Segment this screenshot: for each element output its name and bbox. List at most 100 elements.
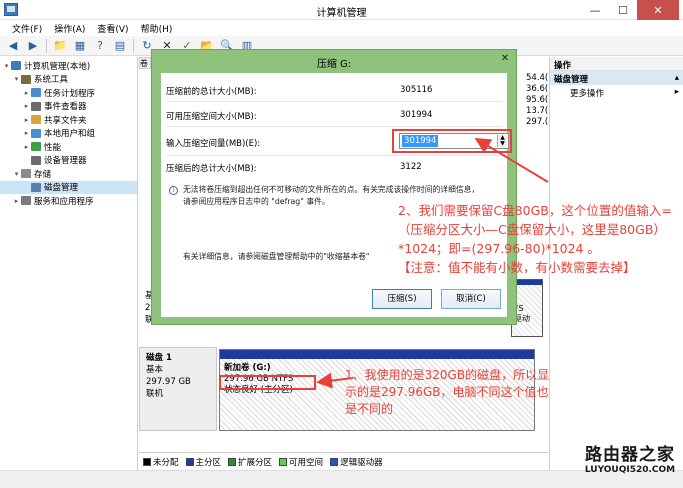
tree-item-label: 磁盘管理 (44, 183, 79, 194)
annotation-note-2-text: 2、我们需要保留C盘80GB，这个位置的值输入=（压缩分区大小—C盘保留大小，这… (398, 203, 672, 256)
tree-item[interactable]: ▾ 存储 (0, 167, 137, 181)
legend-swatch (185, 457, 194, 466)
column-header-volume[interactable]: 卷 (139, 57, 151, 69)
total-after-row: 压缩后的总计大小(MB): 3122 (166, 162, 422, 174)
tree-item[interactable]: 设备管理器 (0, 154, 137, 168)
tree-item-label: 任务计划程序 (44, 88, 96, 99)
menu-file[interactable]: 文件(F) (6, 20, 48, 36)
legend-label: 未分配 (153, 457, 179, 468)
up-folder-icon[interactable]: 📁 (51, 38, 69, 54)
shrink-dialog: 压缩 G: ✕ 压缩前的总计大小(MB): 305116 可用压缩空间大小(MB… (151, 49, 517, 325)
maximize-button[interactable]: ☐ (609, 0, 637, 20)
forward-arrow-icon[interactable]: ▶ (24, 38, 42, 54)
cancel-button[interactable]: 取消(C) (441, 289, 501, 309)
minimize-button[interactable]: — (581, 0, 609, 20)
title-bar: 计算机管理 — ☐ ✕ (0, 0, 683, 20)
legend-swatch (228, 457, 237, 466)
close-button[interactable]: ✕ (637, 0, 679, 20)
available-row: 可用压缩空间大小(MB): 301994 (166, 110, 432, 122)
total-before-row: 压缩前的总计大小(MB): 305116 (166, 85, 432, 97)
back-arrow-icon[interactable]: ◀ (4, 38, 22, 54)
tree-node-icon (31, 142, 41, 152)
menu-help[interactable]: 帮助(H) (135, 20, 179, 36)
tree-item[interactable]: ▸ 共享文件夹 (0, 113, 137, 127)
tree-item-label: 共享文件夹 (44, 115, 87, 126)
actions-section-label: 磁盘管理 (554, 75, 589, 85)
highlight-box-input (392, 129, 512, 153)
annotation-warning: 【注意：值不能有小数，有小数需要去掉】 (398, 260, 636, 275)
disk1-label[interactable]: 磁盘 1 基本 297.97 GB 联机 (139, 347, 217, 431)
capacity-value: 13.7( (526, 106, 549, 116)
tree-item-label: 系统工具 (34, 75, 69, 86)
expand-right-icon[interactable]: ▸ (12, 197, 21, 205)
shrink-button[interactable]: 压缩(S) (372, 289, 432, 309)
menu-action[interactable]: 操作(A) (48, 20, 91, 36)
primary-partition-bar (220, 350, 534, 359)
tree-item-label: 计算机管理(本地) (24, 61, 91, 72)
tree-node-icon (21, 196, 31, 206)
capacity-value: 54.4( (526, 73, 549, 83)
expand-right-icon[interactable]: ▸ (22, 143, 31, 151)
expand-right-icon[interactable]: ▸ (22, 129, 31, 137)
tree-item-label: 事件查看器 (44, 102, 87, 113)
actions-header: 操作 (550, 57, 683, 71)
capacity-value: 297.( (526, 117, 549, 127)
legend-item: 主分区 (185, 456, 221, 468)
dialog-body: 压缩前的总计大小(MB): 305116 可用压缩空间大小(MB): 30199… (161, 73, 512, 317)
tree-item-label: 本地用户和组 (44, 129, 96, 140)
available-value: 301994 (400, 110, 433, 120)
expand-right-icon[interactable]: ▸ (22, 116, 31, 124)
tree-item[interactable]: ▸ 性能 (0, 140, 137, 154)
legend: 未分配 主分区 扩展分区 可用空间 逻辑驱动器 (139, 452, 548, 470)
actions-section-disk-management[interactable]: 磁盘管理 ▴ (550, 71, 683, 85)
tree-item-label: 存储 (34, 169, 52, 180)
tree-node-icon (31, 128, 41, 138)
properties-icon[interactable]: ▤ (111, 38, 129, 54)
expand-down-icon[interactable]: ▾ (12, 75, 21, 83)
dialog-close-icon[interactable]: ✕ (497, 53, 513, 67)
info-icon: i (169, 186, 178, 195)
legend-label: 逻辑驱动器 (340, 457, 383, 468)
tree-item[interactable]: ▸ 服务和应用程序 (0, 194, 137, 208)
more-actions-item[interactable]: 更多操作 ▸ (550, 85, 683, 99)
total-before-value: 305116 (400, 85, 433, 95)
disk0-part-text: FS (514, 304, 524, 313)
capacity-column: 54.4( 36.6( 95.6( 13.7( 297.( (526, 73, 548, 128)
tree-item[interactable]: ▸ 事件查看器 (0, 100, 137, 114)
menu-view[interactable]: 查看(V) (91, 20, 134, 36)
tree-item-label: 服务和应用程序 (34, 196, 94, 207)
disk1-name: 磁盘 1 (146, 353, 172, 363)
tree-node-icon (31, 101, 41, 111)
help-icon[interactable]: ? (91, 38, 109, 54)
more-actions-label: 更多操作 (570, 89, 605, 99)
console-tree-icon[interactable]: ▦ (71, 38, 89, 54)
highlight-box-partition-size (219, 375, 316, 390)
collapse-arrow-icon: ▴ (674, 73, 679, 83)
disk1-type: 基本 (146, 365, 164, 375)
total-after-value: 3122 (400, 162, 422, 172)
available-label: 可用压缩空间大小(MB): (166, 112, 257, 122)
legend-swatch (330, 457, 339, 466)
annotation-note-2: 2、我们需要保留C盘80GB，这个位置的值输入=（压缩分区大小—C盘保留大小，这… (398, 201, 680, 277)
tree-item[interactable]: 磁盘管理 (0, 180, 137, 194)
tree-item[interactable]: ▸ 本地用户和组 (0, 127, 137, 141)
tree-node-icon (21, 169, 31, 179)
tree-node-icon (31, 155, 41, 165)
legend-label: 扩展分区 (238, 457, 273, 468)
legend-item: 未分配 (143, 456, 179, 468)
total-after-label: 压缩后的总计大小(MB): (166, 164, 257, 174)
tree-item[interactable]: ▾ 系统工具 (0, 73, 137, 87)
expand-right-icon[interactable]: ▸ (22, 102, 31, 110)
legend-item: 扩展分区 (228, 456, 272, 468)
expand-right-icon[interactable]: ▸ (22, 89, 31, 97)
legend-item: 逻辑驱动器 (330, 456, 383, 468)
legend-swatch (143, 457, 151, 466)
annotation-note-1: 1、我使用的是320GB的磁盘，所以显示的是297.96GB，电脑不同这个值也是… (345, 368, 550, 416)
tree-item[interactable]: ▸ 任务计划程序 (0, 86, 137, 100)
watermark-sub: LUYOUQI520.COM (584, 465, 676, 475)
tree-node-icon (11, 61, 21, 71)
tree-item[interactable]: ▾ 计算机管理(本地) (0, 59, 137, 73)
total-before-label: 压缩前的总计大小(MB): (166, 87, 257, 97)
expand-down-icon[interactable]: ▾ (12, 170, 21, 178)
expand-down-icon[interactable]: ▾ (2, 62, 11, 70)
